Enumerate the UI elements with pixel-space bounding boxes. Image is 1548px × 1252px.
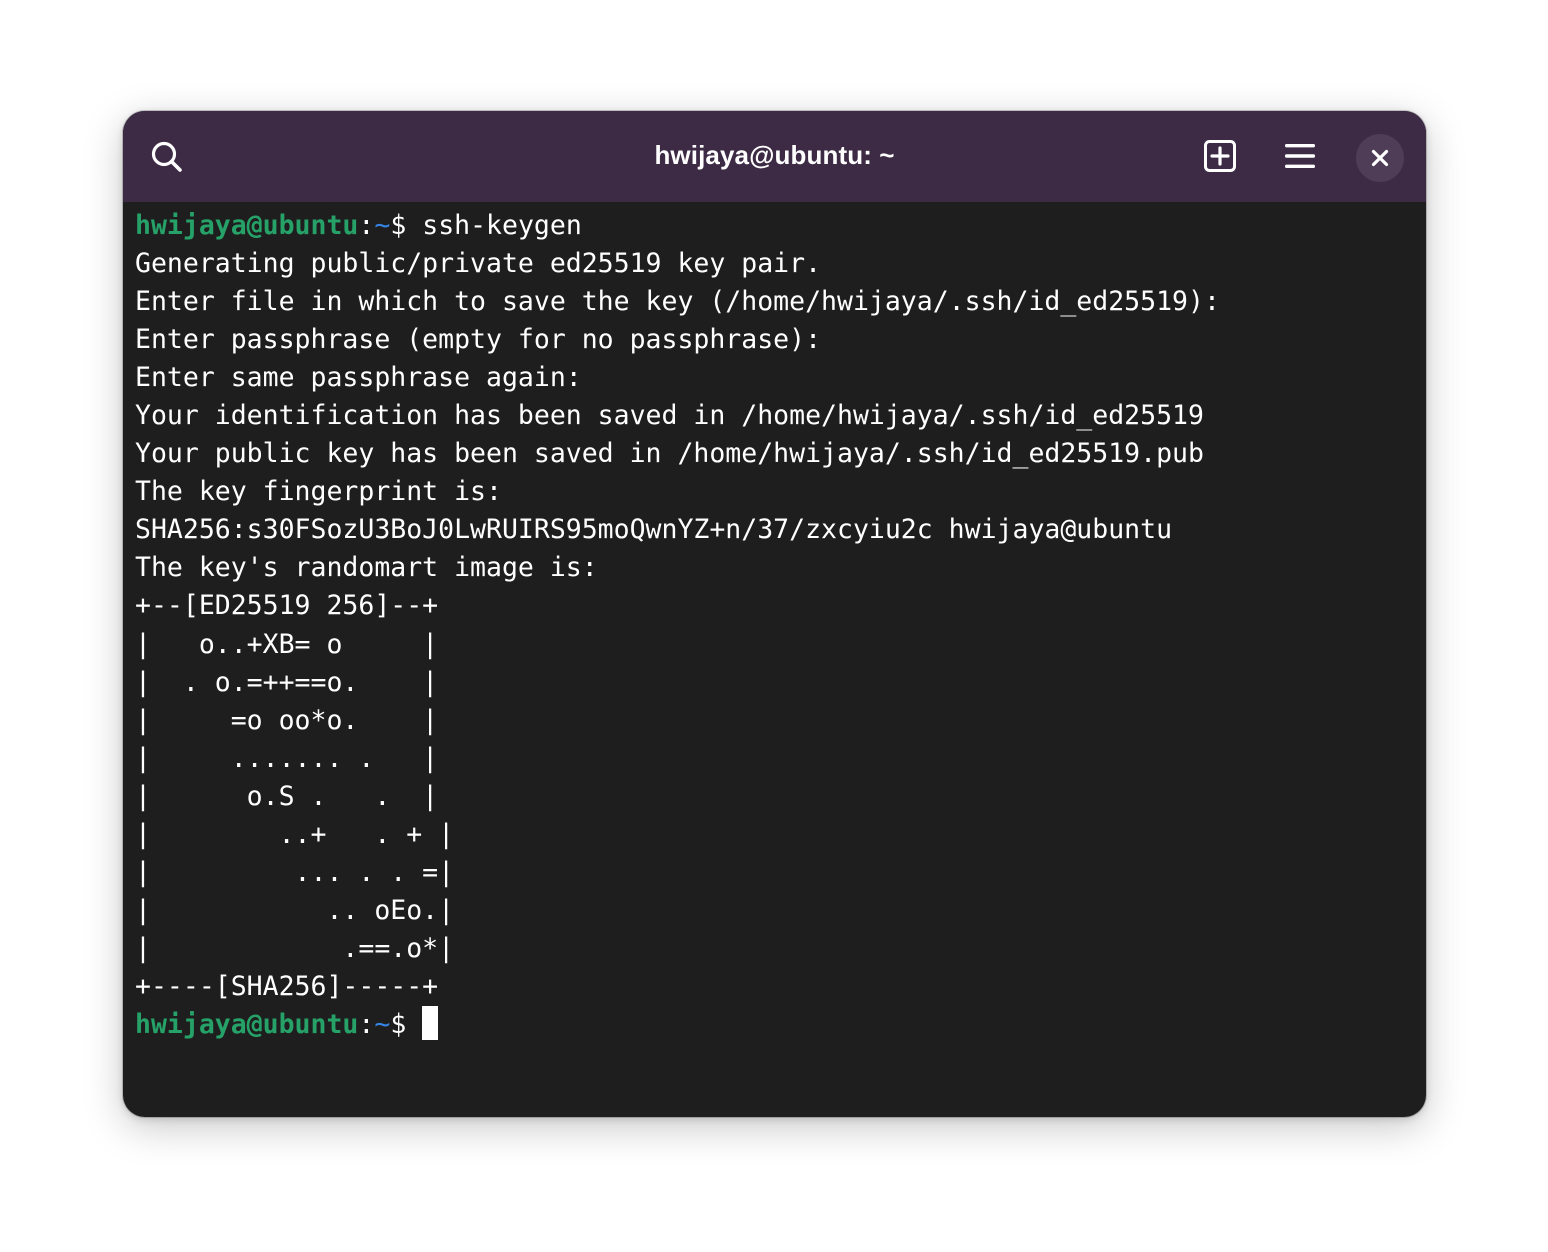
text-cursor: [422, 1005, 439, 1040]
hamburger-menu-icon: [1285, 144, 1315, 168]
search-icon: [151, 141, 182, 172]
output-line: Enter file in which to save the key (/ho…: [135, 286, 1220, 318]
terminal-window: hwijaya@ubuntu: ~ hwijaya@ubuntu:~$ ssh-…: [123, 111, 1426, 1117]
randomart-line: | =o oo*o. |: [135, 704, 439, 736]
randomart-line: | o..+XB= o |: [135, 628, 439, 660]
randomart-line: | . o.=++==o. |: [135, 666, 439, 698]
randomart-line: | ....... . |: [135, 742, 439, 774]
command-line: hwijaya@ubuntu:~$ ssh-keygen: [135, 207, 1426, 245]
prompt-colon: :: [358, 1008, 375, 1040]
randomart-line: +----[SHA256]-----+: [135, 970, 439, 1002]
header-bar: hwijaya@ubuntu: ~: [123, 111, 1426, 202]
new-tab-button[interactable]: [1197, 133, 1243, 179]
randomart-line: | .. oEo.|: [135, 894, 455, 926]
randomart-line: | ..+ . + |: [135, 818, 455, 850]
randomart-line: | .==.o*|: [135, 932, 455, 964]
close-icon: [1371, 149, 1389, 167]
output-line: Your public key has been saved in /home/…: [135, 438, 1204, 470]
randomart-line: +--[ED25519 256]--+: [135, 590, 439, 622]
new-tab-icon: [1204, 140, 1236, 172]
main-menu-button[interactable]: [1277, 133, 1323, 179]
terminal-output-area[interactable]: hwijaya@ubuntu:~$ ssh-keygen Generating …: [135, 207, 1426, 1117]
randomart-line: | o.S . . |: [135, 780, 439, 812]
output-line: SHA256:s30FSozU3BoJ0LwRUIRS95moQwnYZ+n/3…: [135, 514, 1173, 546]
prompt-path: ~: [374, 1008, 391, 1040]
prompt-symbol: $: [390, 1008, 423, 1040]
close-button[interactable]: [1356, 134, 1404, 182]
output-line: Generating public/private ed25519 key pa…: [135, 248, 822, 280]
active-prompt-line[interactable]: hwijaya@ubuntu:~$: [135, 1005, 1426, 1044]
output-line: Your identification has been saved in /h…: [135, 400, 1204, 432]
prompt-symbol: $: [390, 210, 423, 241]
randomart-line: | ... . . =|: [135, 856, 455, 888]
output-line: The key fingerprint is:: [135, 476, 502, 508]
prompt-user-host: hwijaya@ubuntu: [135, 1008, 359, 1040]
prompt-colon: :: [358, 210, 375, 241]
prompt-path: ~: [374, 210, 391, 241]
output-line: Enter passphrase (empty for no passphras…: [135, 324, 822, 356]
output-line: Enter same passphrase again:: [135, 362, 582, 394]
prompt-user-host: hwijaya@ubuntu: [135, 210, 359, 241]
command-text: ssh-keygen: [422, 210, 582, 241]
search-button[interactable]: [143, 135, 191, 179]
output-line: The key's randomart image is:: [135, 552, 598, 584]
